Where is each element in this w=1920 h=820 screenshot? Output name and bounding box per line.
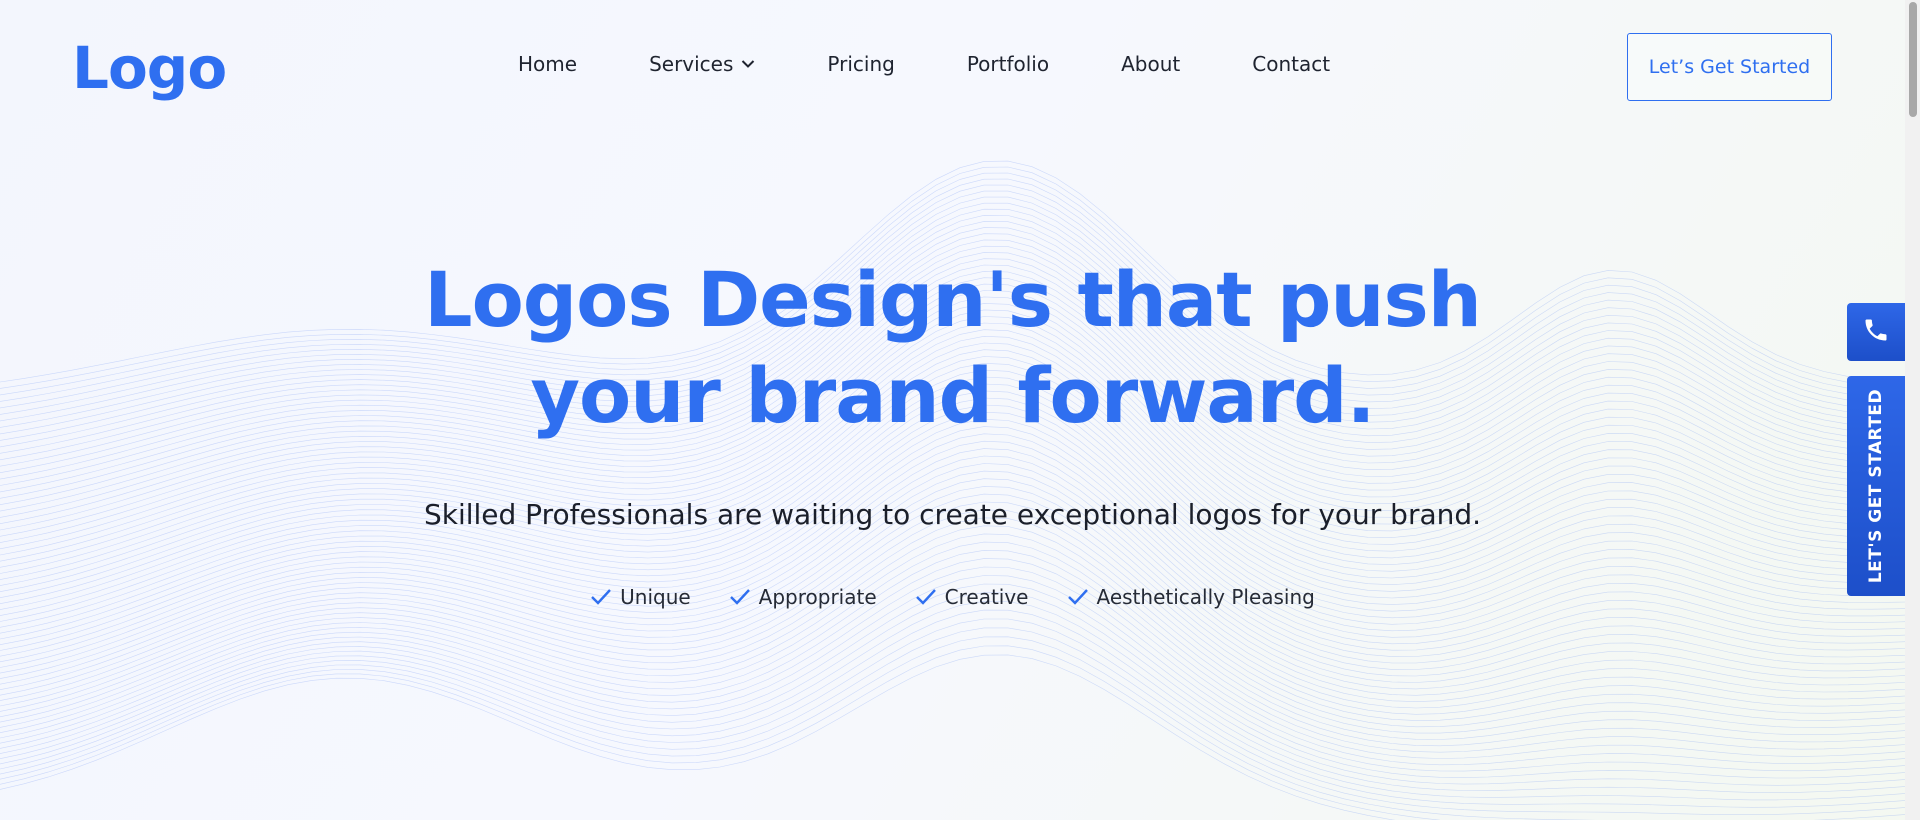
main-nav: Home Services Pricing Portfolio About Co… (518, 52, 1330, 76)
hero-title-line-2: your brand forward. (530, 351, 1376, 440)
get-started-button[interactable]: Let’s Get Started (1627, 33, 1832, 101)
wave-line (0, 541, 1920, 747)
feature-item: Aesthetically Pleasing (1067, 585, 1315, 609)
nav-item-label: Portfolio (966, 52, 1050, 76)
wave-line (0, 533, 1920, 740)
feature-label: Creative (944, 585, 1029, 609)
phone-icon (1862, 316, 1890, 348)
check-icon (590, 588, 612, 606)
nav-item-home[interactable]: Home (518, 52, 577, 76)
check-icon (1067, 588, 1089, 606)
nav-item-label: About (1121, 52, 1181, 76)
scrollbar-thumb[interactable] (1909, 2, 1917, 117)
wave-line (0, 600, 1920, 793)
check-icon (915, 588, 937, 606)
side-get-started-tab[interactable]: LET'S GET STARTED (1847, 376, 1905, 596)
nav-item-label: Services (649, 52, 734, 76)
nav-item-label: Contact (1252, 52, 1331, 76)
nav-item-contact[interactable]: Contact (1252, 52, 1330, 76)
site-header: Logo Home Services Pricing Portfolio Abo… (0, 0, 1920, 135)
nav-item-about[interactable]: About (1121, 52, 1180, 76)
feature-list: Unique Appropriate Creative Aestheticall… (0, 585, 1905, 609)
feature-item: Appropriate (729, 585, 877, 609)
nav-item-portfolio[interactable]: Portfolio (967, 52, 1049, 76)
wave-line (0, 509, 1920, 721)
wave-line (0, 609, 1920, 801)
hero-subtitle: Skilled Professionals are waiting to cre… (423, 498, 1482, 531)
nav-item-label: Pricing (827, 52, 895, 76)
wave-line (0, 583, 1920, 779)
check-icon (729, 588, 751, 606)
site-logo[interactable]: Logo (72, 30, 227, 106)
wave-line (0, 525, 1920, 734)
feature-item: Unique (590, 585, 691, 609)
hero-title-line-1: Logos Design's that push (424, 255, 1482, 344)
feature-label: Unique (620, 585, 691, 609)
wave-line (0, 627, 1920, 815)
hero-title: Logos Design's that push your brand forw… (0, 252, 1905, 444)
feature-label: Aesthetically Pleasing (1096, 585, 1315, 609)
nav-item-pricing[interactable]: Pricing (827, 52, 894, 76)
wave-line (0, 654, 1396, 820)
wave-line (0, 448, 1920, 670)
nav-item-services[interactable]: Services (649, 52, 755, 76)
page-scrollbar[interactable] (1905, 0, 1920, 820)
feature-item: Creative (915, 585, 1029, 609)
chevron-down-icon (741, 59, 755, 69)
nav-item-label: Home (518, 52, 578, 76)
feature-label: Appropriate (758, 585, 877, 609)
side-phone-button[interactable] (1847, 303, 1905, 361)
side-get-started-label: LET'S GET STARTED (1866, 388, 1886, 584)
